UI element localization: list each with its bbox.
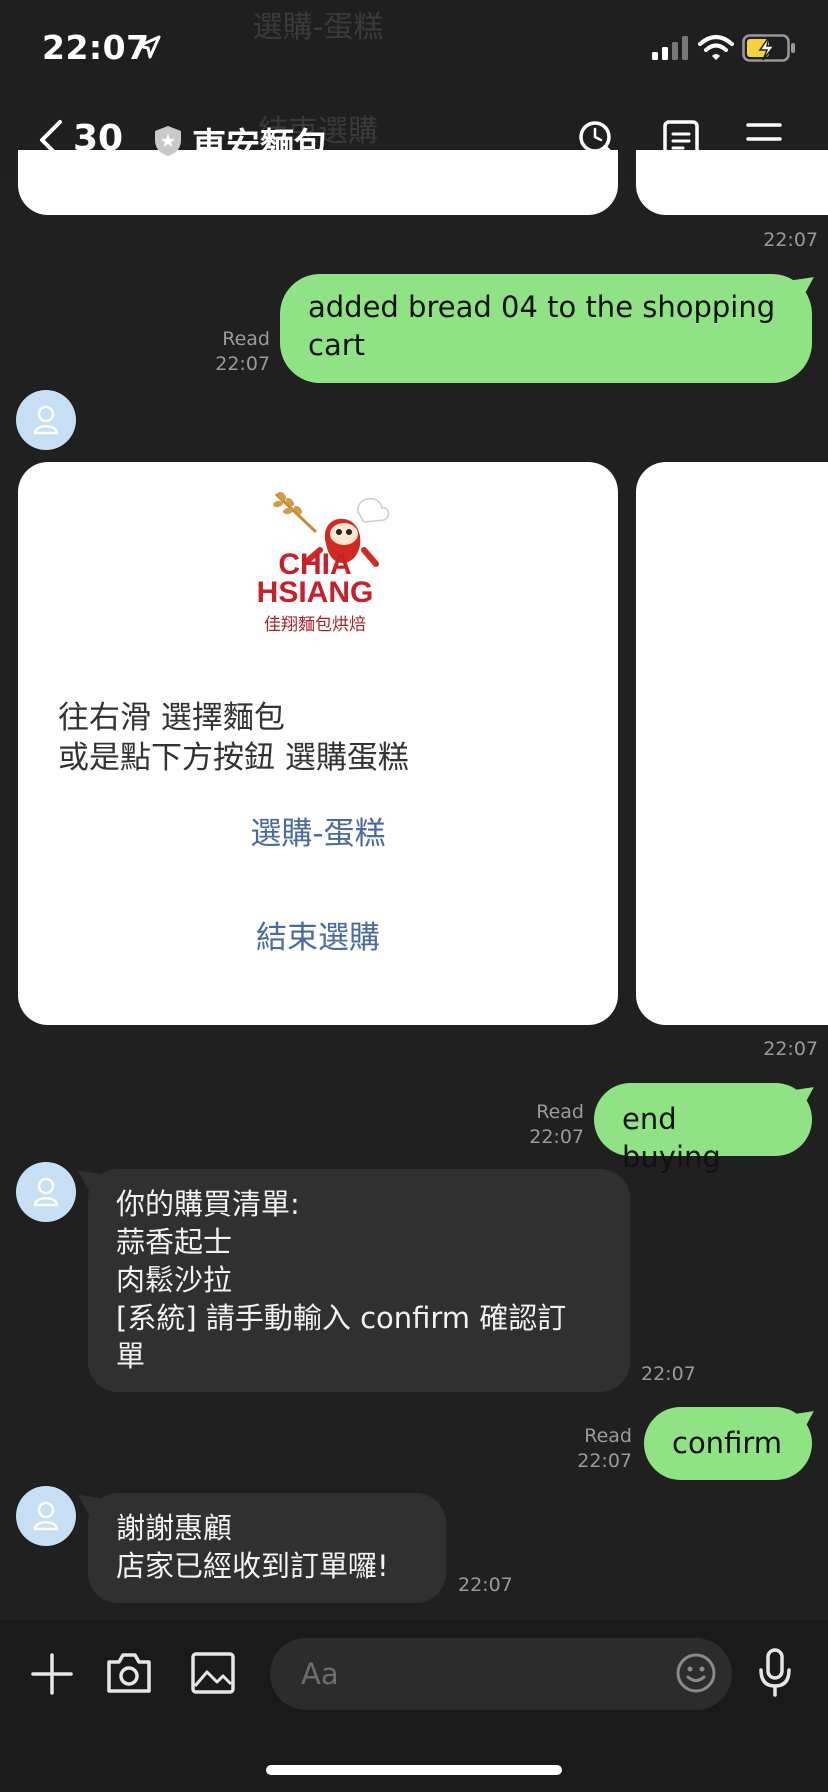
read-receipt: Read	[584, 1425, 632, 1447]
sent-message-bubble[interactable]: added bread 04 to the shopping cart	[280, 274, 812, 383]
location-arrow-icon	[137, 35, 161, 59]
chevron-left-icon[interactable]	[36, 118, 66, 162]
camera-icon[interactable]	[106, 1652, 152, 1694]
image-icon[interactable]	[191, 1652, 235, 1694]
battery-charging-icon	[742, 34, 795, 62]
plus-icon[interactable]	[30, 1652, 74, 1696]
card-description: 或是點下方按鈕 選購蛋糕	[58, 740, 409, 776]
timestamp: 22:07	[215, 353, 270, 375]
message-line: 謝謝惠顧	[116, 1511, 233, 1545]
timestamp: 22:07	[577, 1450, 632, 1472]
buy-cake-button[interactable]: 選購-蛋糕	[18, 808, 618, 853]
timestamp: 22:07	[641, 1363, 696, 1385]
timestamp: 22:07	[763, 229, 818, 251]
menu-icon[interactable]	[746, 122, 782, 156]
user-avatar-icon[interactable]	[16, 1486, 76, 1546]
wifi-icon	[698, 35, 734, 60]
user-avatar-icon[interactable]	[16, 1162, 76, 1222]
sent-message-bubble[interactable]: confirm	[644, 1407, 812, 1480]
message-line: 肉鬆沙拉	[116, 1263, 233, 1297]
status-time: 22:07	[42, 28, 150, 67]
message-input-placeholder: Aa	[301, 1657, 339, 1691]
message-line: 蒜香起士	[116, 1225, 233, 1259]
sent-message-bubble[interactable]: end buying	[594, 1083, 812, 1174]
microphone-icon[interactable]	[758, 1648, 792, 1698]
shield-star-icon	[155, 126, 181, 156]
message-input[interactable]	[270, 1638, 732, 1710]
signal-icon	[652, 36, 688, 60]
back-unread-count[interactable]: 30	[73, 118, 123, 159]
message-line: 店家已經收到訂單囉!	[116, 1549, 389, 1583]
message-line: 你的購買清單:	[116, 1187, 300, 1221]
emoji-icon[interactable]	[675, 1652, 717, 1694]
received-message-bubble[interactable]: 謝謝惠顧 店家已經收到訂單囉!	[88, 1493, 446, 1603]
message-line: 單	[116, 1339, 146, 1373]
logo-subtitle: 佳翔麵包烘焙	[264, 615, 366, 635]
message-text: end buying	[622, 1102, 721, 1174]
card-description: 往右滑 選擇麵包	[58, 700, 285, 736]
logo-text: HSIANG	[256, 576, 374, 609]
message-text: added bread 04 to the shopping cart	[308, 290, 776, 362]
message-line: [系統] 請手動輸入 confirm 確認訂	[116, 1301, 567, 1335]
timestamp: 22:07	[529, 1126, 584, 1148]
timestamp: 22:07	[458, 1574, 513, 1596]
home-indicator	[266, 1765, 562, 1775]
read-receipt: Read	[222, 328, 270, 350]
user-avatar-icon[interactable]	[16, 390, 76, 450]
timestamp: 22:07	[763, 1038, 818, 1060]
chat-title: 東安麵包	[192, 126, 328, 166]
end-shopping-button[interactable]: 結束選購	[18, 912, 618, 957]
carousel-card-next[interactable]	[636, 462, 828, 1025]
received-message-bubble[interactable]: 你的購買清單: 蒜香起士 肉鬆沙拉 [系統] 請手動輸入 confirm 確認訂…	[88, 1169, 630, 1392]
notes-icon[interactable]	[663, 120, 699, 162]
read-receipt: Read	[536, 1101, 584, 1123]
message-text: confirm	[672, 1426, 782, 1460]
search-icon[interactable]	[576, 118, 620, 162]
